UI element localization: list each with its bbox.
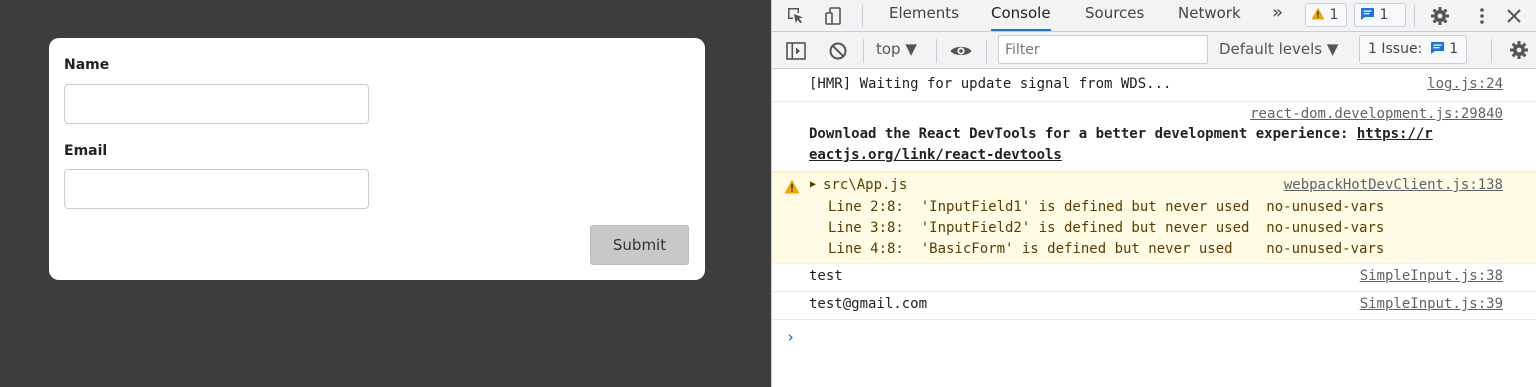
toolbar-divider [936,39,937,63]
messages-badge[interactable]: 1 [1354,3,1406,27]
warning-count: 1 [1329,7,1339,23]
log-levels-dropdown[interactable]: Default levels ▼ [1219,40,1338,58]
sidebar-toggle-icon[interactable] [785,40,807,62]
console-settings-gear-icon[interactable] [1509,40,1531,62]
source-link[interactable]: react-dom.development.js:29840 [1250,106,1503,122]
tab-sources[interactable]: Sources [1085,0,1144,31]
name-label: Name [64,57,110,73]
more-tabs-button[interactable]: » [1272,0,1283,31]
filter-input[interactable] [998,35,1208,64]
tab-console[interactable]: Console [991,0,1051,31]
clear-console-icon[interactable] [827,40,849,62]
warning-line: Line 3:8: 'InputField2' is defined but n… [828,220,1385,236]
issues-button[interactable]: 1 Issue: 1 [1359,35,1468,64]
email-input[interactable] [64,169,369,209]
issues-count: 1 [1449,41,1459,57]
devtools-link-part1[interactable]: https://r [1357,126,1433,142]
warning-line: Line 2:8: 'InputField1' is defined but n… [828,199,1385,215]
context-selector[interactable]: top ▼ [876,40,917,58]
toolbar-divider [1491,39,1492,63]
console-message: [HMR] Waiting for update signal from WDS… [772,70,1536,102]
console-output: [HMR] Waiting for update signal from WDS… [772,70,1536,387]
message-icon [1361,8,1374,20]
devtools-link-part2[interactable]: eactjs.org/link/react-devtools [809,147,1062,163]
message-count: 1 [1379,7,1389,23]
message-icon [1430,42,1444,54]
devtools-tabbar: Elements Console Sources Network » 1 1 [772,0,1536,32]
device-toolbar-icon[interactable] [824,6,844,26]
toolbar-divider [862,5,863,27]
source-link[interactable]: SimpleInput.js:38 [1360,268,1503,284]
message-text: test@gmail.com [809,296,928,312]
tab-elements[interactable]: Elements [889,0,959,31]
warnings-badge[interactable]: 1 [1305,3,1347,27]
message-text: [HMR] Waiting for update signal from WDS… [809,76,1172,92]
inspect-element-icon[interactable] [786,6,806,26]
warning-icon [784,179,800,194]
name-input[interactable] [64,84,369,124]
warning-icon [1311,7,1325,20]
source-link[interactable]: webpackHotDevClient.js:138 [1284,177,1503,193]
expand-arrow-icon[interactable]: ▶ [810,179,816,190]
message-text: Download the React DevTools for a better… [809,126,1509,142]
close-icon[interactable] [1504,6,1524,26]
console-toolbar: top ▼ Default levels ▼ 1 Issue: 1 [772,32,1536,69]
console-warning: ▶ src\App.js webpackHotDevClient.js:138 … [772,172,1536,264]
devtools-panel: Elements Console Sources Network » 1 1 t… [771,0,1536,387]
more-options-icon[interactable] [1472,6,1492,26]
source-link[interactable]: SimpleInput.js:39 [1360,296,1503,312]
issues-label: 1 Issue: [1368,41,1423,57]
warning-line: Line 4:8: 'BasicForm' is defined but nev… [828,241,1385,257]
toolbar-divider [986,39,987,63]
tab-network[interactable]: Network [1178,0,1241,31]
console-prompt[interactable]: › [786,328,795,346]
submit-button[interactable]: Submit [590,225,689,265]
warning-header[interactable]: src\App.js [823,177,907,193]
app-viewport: Name Email Submit [0,0,771,387]
toolbar-divider [863,39,864,63]
source-link[interactable]: log.js:24 [1427,76,1503,92]
toolbar-divider [1414,5,1415,27]
console-message: test@gmail.com SimpleInput.js:39 [772,292,1536,320]
console-message: test SimpleInput.js:38 [772,264,1536,292]
console-message: react-dom.development.js:29840 Download … [772,102,1536,172]
form-card: Name Email Submit [49,38,705,280]
message-text: test [809,268,843,284]
live-expression-eye-icon[interactable] [949,40,972,62]
message-text-line1: Download the React DevTools for a better… [809,126,1357,142]
settings-gear-icon[interactable] [1430,6,1450,26]
email-label: Email [64,143,108,159]
